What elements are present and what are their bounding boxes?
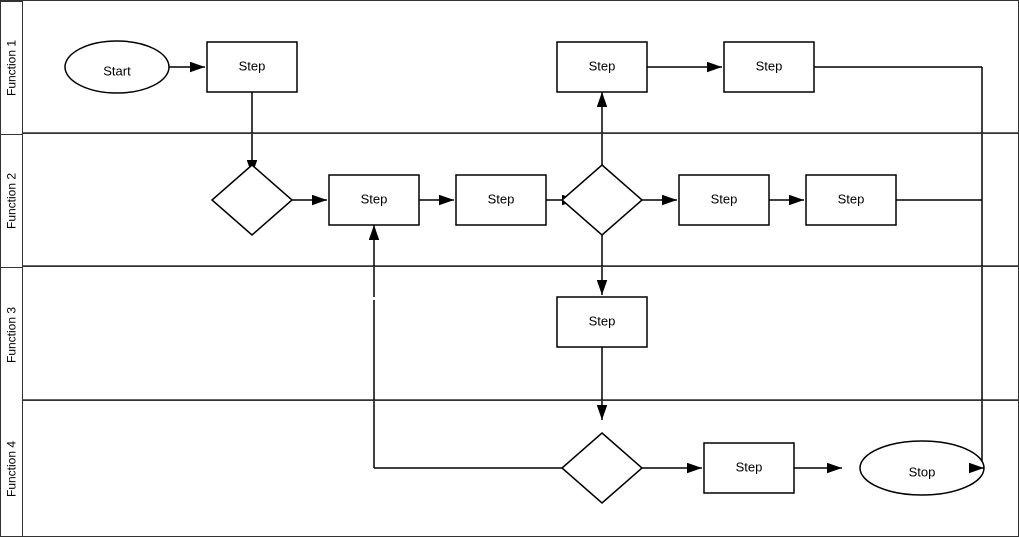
lane-label-2: Function 2 [1, 134, 22, 267]
lane-labels: Function 1 Function 2 Function 3 Functio… [1, 1, 23, 536]
diagram-container: Function 1 Function 2 Function 3 Functio… [0, 0, 1019, 537]
lane-label-3: Function 3 [1, 267, 22, 401]
lane-label-1: Function 1 [1, 1, 22, 134]
lane-4 [23, 401, 1018, 536]
lane-3 [23, 267, 1018, 401]
lane-2 [23, 134, 1018, 267]
lane-1 [23, 1, 1018, 134]
lane-label-4: Function 4 [1, 401, 22, 536]
lanes-content: Start Step Step Step [23, 1, 1018, 536]
